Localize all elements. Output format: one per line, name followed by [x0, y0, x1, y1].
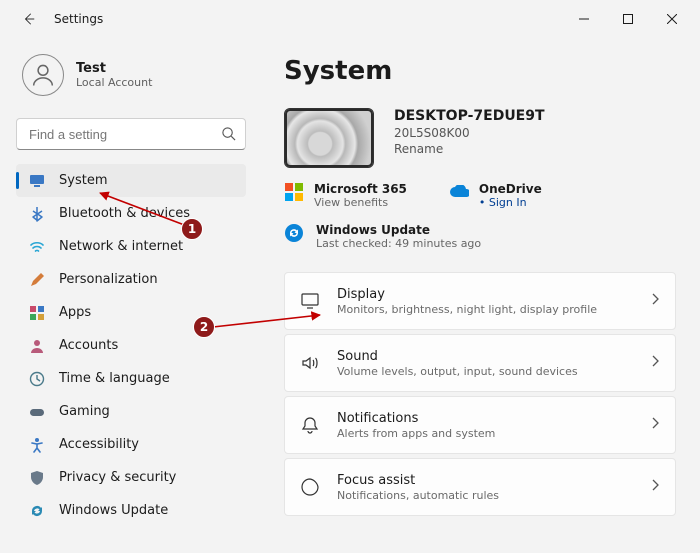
device-model: 20L5S08K00 — [394, 126, 545, 140]
setting-focus-assist[interactable]: Focus assist Notifications, automatic ru… — [284, 458, 676, 516]
sidebar: Test Local Account System Bluetooth & de… — [0, 38, 258, 553]
setting-sub: Alerts from apps and system — [337, 427, 635, 440]
search-wrap — [16, 118, 246, 150]
update-icon — [28, 502, 45, 519]
service-sub[interactable]: • Sign In — [479, 196, 542, 209]
minimize-icon — [579, 14, 589, 24]
nav-item-privacy[interactable]: Privacy & security — [16, 461, 246, 494]
nav-label: Apps — [59, 305, 91, 320]
setting-title: Focus assist — [337, 473, 635, 488]
apps-icon — [28, 304, 45, 321]
setting-sound[interactable]: Sound Volume levels, output, input, soun… — [284, 334, 676, 392]
nav-item-bluetooth[interactable]: Bluetooth & devices — [16, 197, 246, 230]
service-windows-update[interactable]: Windows Update Last checked: 49 minutes … — [284, 223, 676, 250]
account-name: Test — [76, 61, 152, 76]
privacy-icon — [28, 469, 45, 486]
time-icon — [28, 370, 45, 387]
system-icon — [28, 172, 45, 189]
nav-item-gaming[interactable]: Gaming — [16, 395, 246, 428]
avatar — [22, 54, 64, 96]
maximize-button[interactable] — [606, 4, 650, 34]
sound-icon — [299, 352, 321, 374]
focus-assist-icon — [299, 476, 321, 498]
nav-label: Personalization — [59, 272, 158, 287]
nav-item-accounts[interactable]: Accounts — [16, 329, 246, 362]
search-icon — [221, 126, 236, 145]
nav-label: Gaming — [59, 404, 110, 419]
window-controls — [562, 4, 694, 34]
personalization-icon — [28, 271, 45, 288]
titlebar: Settings — [0, 0, 700, 38]
app-title: Settings — [54, 12, 103, 26]
bluetooth-icon — [28, 205, 45, 222]
notifications-icon — [299, 414, 321, 436]
nav-label: Bluetooth & devices — [59, 206, 190, 221]
search-input[interactable] — [16, 118, 246, 150]
setting-title: Display — [337, 287, 635, 302]
close-icon — [667, 14, 677, 24]
minimize-button[interactable] — [562, 4, 606, 34]
nav-label: Windows Update — [59, 503, 168, 518]
account-sub: Local Account — [76, 76, 152, 89]
nav-item-personalization[interactable]: Personalization — [16, 263, 246, 296]
chevron-right-icon — [651, 293, 659, 309]
accounts-icon — [28, 337, 45, 354]
nav-item-system[interactable]: System — [16, 164, 246, 197]
setting-title: Sound — [337, 349, 635, 364]
setting-title: Notifications — [337, 411, 635, 426]
account-block[interactable]: Test Local Account — [22, 54, 242, 96]
onedrive-icon — [449, 182, 469, 202]
gaming-icon — [28, 403, 45, 420]
windows-update-icon — [284, 223, 304, 243]
setting-sub: Monitors, brightness, night light, displ… — [337, 303, 635, 316]
service-onedrive[interactable]: OneDrive • Sign In — [449, 182, 542, 209]
rename-link[interactable]: Rename — [394, 142, 545, 156]
service-title: OneDrive — [479, 182, 542, 196]
device-name: DESKTOP-7EDUE9T — [394, 108, 545, 124]
accessibility-icon — [28, 436, 45, 453]
network-icon — [28, 238, 45, 255]
chevron-right-icon — [651, 417, 659, 433]
service-title: Microsoft 365 — [314, 182, 407, 196]
chevron-right-icon — [651, 355, 659, 371]
close-button[interactable] — [650, 4, 694, 34]
arrow-left-icon — [22, 12, 36, 26]
nav-label: System — [59, 173, 107, 188]
service-sub: Last checked: 49 minutes ago — [316, 237, 481, 250]
nav-label: Time & language — [59, 371, 170, 386]
services-row: Microsoft 365 View benefits OneDrive • S… — [284, 182, 676, 209]
device-image — [284, 108, 374, 168]
maximize-icon — [623, 14, 633, 24]
nav-label: Accessibility — [59, 437, 139, 452]
page-title: System — [284, 56, 676, 86]
nav-item-accessibility[interactable]: Accessibility — [16, 428, 246, 461]
setting-notifications[interactable]: Notifications Alerts from apps and syste… — [284, 396, 676, 454]
chevron-right-icon — [651, 479, 659, 495]
setting-sub: Notifications, automatic rules — [337, 489, 635, 502]
nav-item-time[interactable]: Time & language — [16, 362, 246, 395]
nav-list: System Bluetooth & devices Network & int… — [16, 164, 246, 527]
setting-display[interactable]: Display Monitors, brightness, night ligh… — [284, 272, 676, 330]
nav-label: Accounts — [59, 338, 118, 353]
nav-item-apps[interactable]: Apps — [16, 296, 246, 329]
nav-label: Network & internet — [59, 239, 183, 254]
display-icon — [299, 290, 321, 312]
nav-item-update[interactable]: Windows Update — [16, 494, 246, 527]
setting-sub: Volume levels, output, input, sound devi… — [337, 365, 635, 378]
service-m365[interactable]: Microsoft 365 View benefits — [284, 182, 407, 209]
nav-item-network[interactable]: Network & internet — [16, 230, 246, 263]
device-info: DESKTOP-7EDUE9T 20L5S08K00 Rename — [284, 108, 676, 168]
m365-icon — [284, 182, 304, 202]
service-sub: View benefits — [314, 196, 407, 209]
service-title: Windows Update — [316, 223, 481, 237]
main-content: System DESKTOP-7EDUE9T 20L5S08K00 Rename… — [258, 38, 700, 553]
nav-label: Privacy & security — [59, 470, 176, 485]
back-button[interactable] — [18, 8, 40, 30]
person-icon — [29, 61, 57, 89]
